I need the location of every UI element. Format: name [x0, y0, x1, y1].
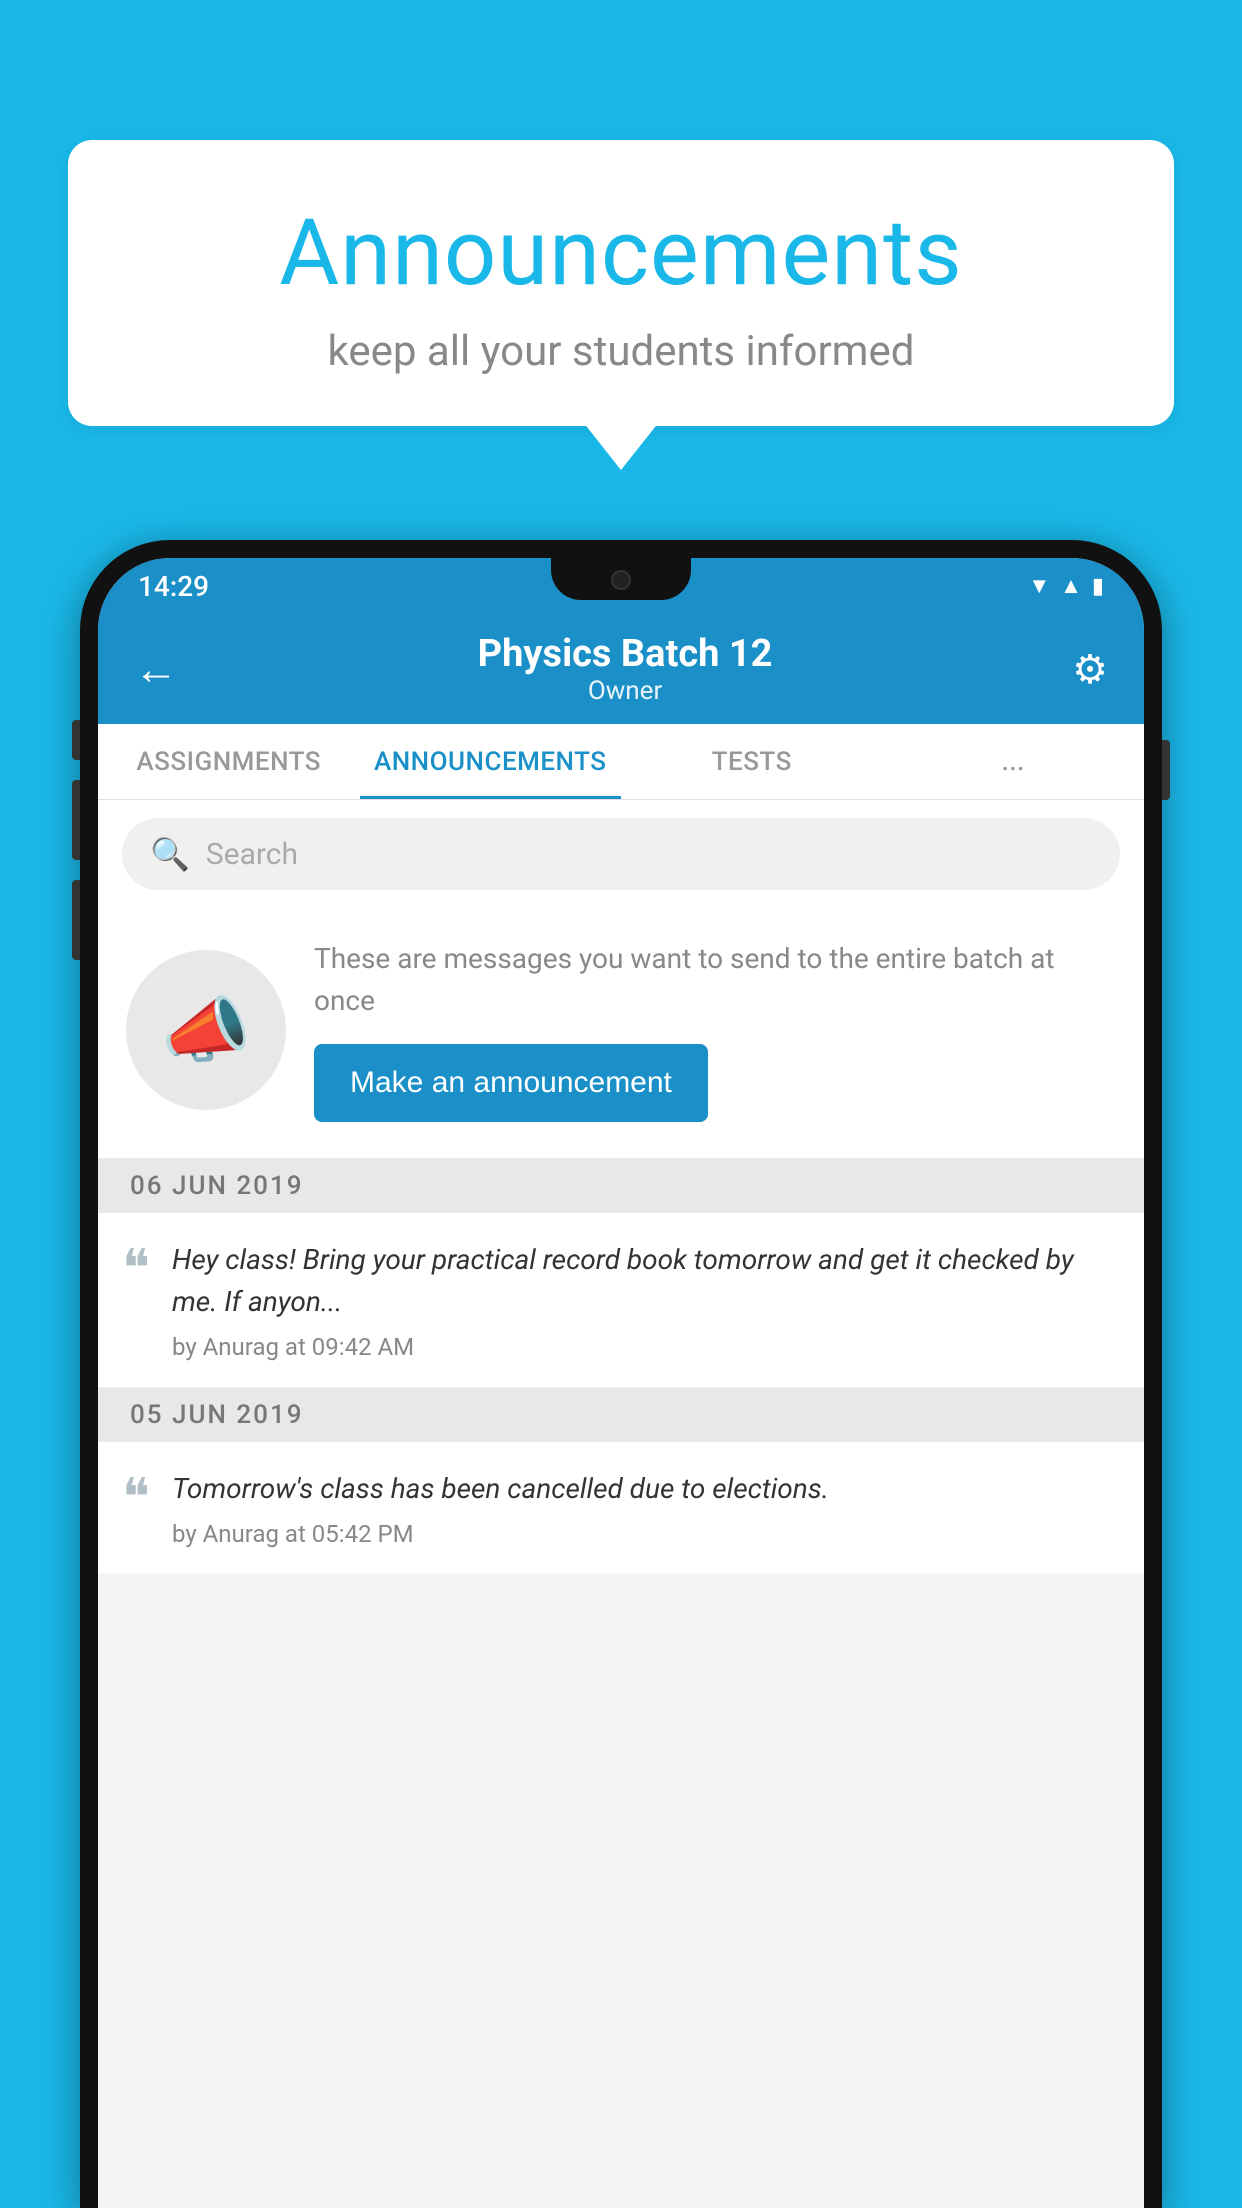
announcement-item-2[interactable]: ❝ Tomorrow's class has been cancelled du… [98, 1442, 1144, 1575]
status-icons: ▼ ▲ ▮ [1028, 573, 1104, 599]
search-input[interactable]: Search [206, 837, 298, 872]
bubble-title: Announcements [108, 200, 1134, 307]
battery-icon: ▮ [1092, 574, 1104, 599]
quote-icon-2: ❝ [122, 1472, 150, 1524]
quote-icon-1: ❝ [122, 1243, 150, 1295]
tab-tests[interactable]: TESTS [621, 724, 883, 799]
volume-down-button [72, 880, 80, 960]
announcement-author-1: by Anurag at 09:42 AM [172, 1333, 1116, 1361]
announcement-text-1: Hey class! Bring your practical record b… [172, 1239, 1116, 1323]
announcement-text-block-2: Tomorrow's class has been cancelled due … [172, 1468, 1116, 1548]
back-button[interactable]: ← [134, 647, 178, 691]
search-container: 🔍 Search [98, 800, 1144, 908]
phone-screen: 14:29 ▼ ▲ ▮ ← Physics Batch 12 Owner ⚙ A… [98, 558, 1144, 2208]
notch [551, 558, 691, 600]
tab-assignments[interactable]: ASSIGNMENTS [98, 724, 360, 799]
promo-right: These are messages you want to send to t… [314, 938, 1116, 1122]
header-subtitle: Owner [478, 676, 773, 706]
mute-button [72, 720, 80, 760]
header-title: Physics Batch 12 [478, 632, 773, 676]
date-separator-1: 06 JUN 2019 [98, 1159, 1144, 1213]
tab-announcements[interactable]: ANNOUNCEMENTS [360, 724, 622, 799]
phone-frame: 14:29 ▼ ▲ ▮ ← Physics Batch 12 Owner ⚙ A… [80, 540, 1162, 2208]
speech-bubble: Announcements keep all your students inf… [68, 140, 1174, 426]
header-center: Physics Batch 12 Owner [478, 632, 773, 706]
promo-section: 📣 These are messages you want to send to… [98, 908, 1144, 1159]
status-time: 14:29 [138, 570, 209, 603]
bubble-subtitle: keep all your students informed [108, 327, 1134, 376]
announcement-text-block-1: Hey class! Bring your practical record b… [172, 1239, 1116, 1361]
tab-more[interactable]: ... [883, 724, 1145, 799]
settings-button[interactable]: ⚙ [1072, 646, 1108, 693]
make-announcement-button[interactable]: Make an announcement [314, 1044, 708, 1122]
search-icon: 🔍 [150, 835, 190, 873]
tabs-bar: ASSIGNMENTS ANNOUNCEMENTS TESTS ... [98, 724, 1144, 800]
signal-icon: ▲ [1060, 573, 1082, 599]
app-header: ← Physics Batch 12 Owner ⚙ [98, 614, 1144, 724]
date-separator-2: 05 JUN 2019 [98, 1388, 1144, 1442]
volume-up-button [72, 780, 80, 860]
camera [611, 570, 631, 590]
announcement-author-2: by Anurag at 05:42 PM [172, 1520, 1116, 1548]
promo-icon-circle: 📣 [126, 950, 286, 1110]
wifi-icon: ▼ [1028, 573, 1050, 599]
speech-bubble-container: Announcements keep all your students inf… [68, 140, 1174, 426]
announcement-item-1[interactable]: ❝ Hey class! Bring your practical record… [98, 1213, 1144, 1388]
promo-description: These are messages you want to send to t… [314, 938, 1116, 1022]
megaphone-icon: 📣 [161, 988, 251, 1073]
power-button [1162, 740, 1170, 800]
announcement-text-2: Tomorrow's class has been cancelled due … [172, 1468, 1116, 1510]
search-bar[interactable]: 🔍 Search [122, 818, 1120, 890]
